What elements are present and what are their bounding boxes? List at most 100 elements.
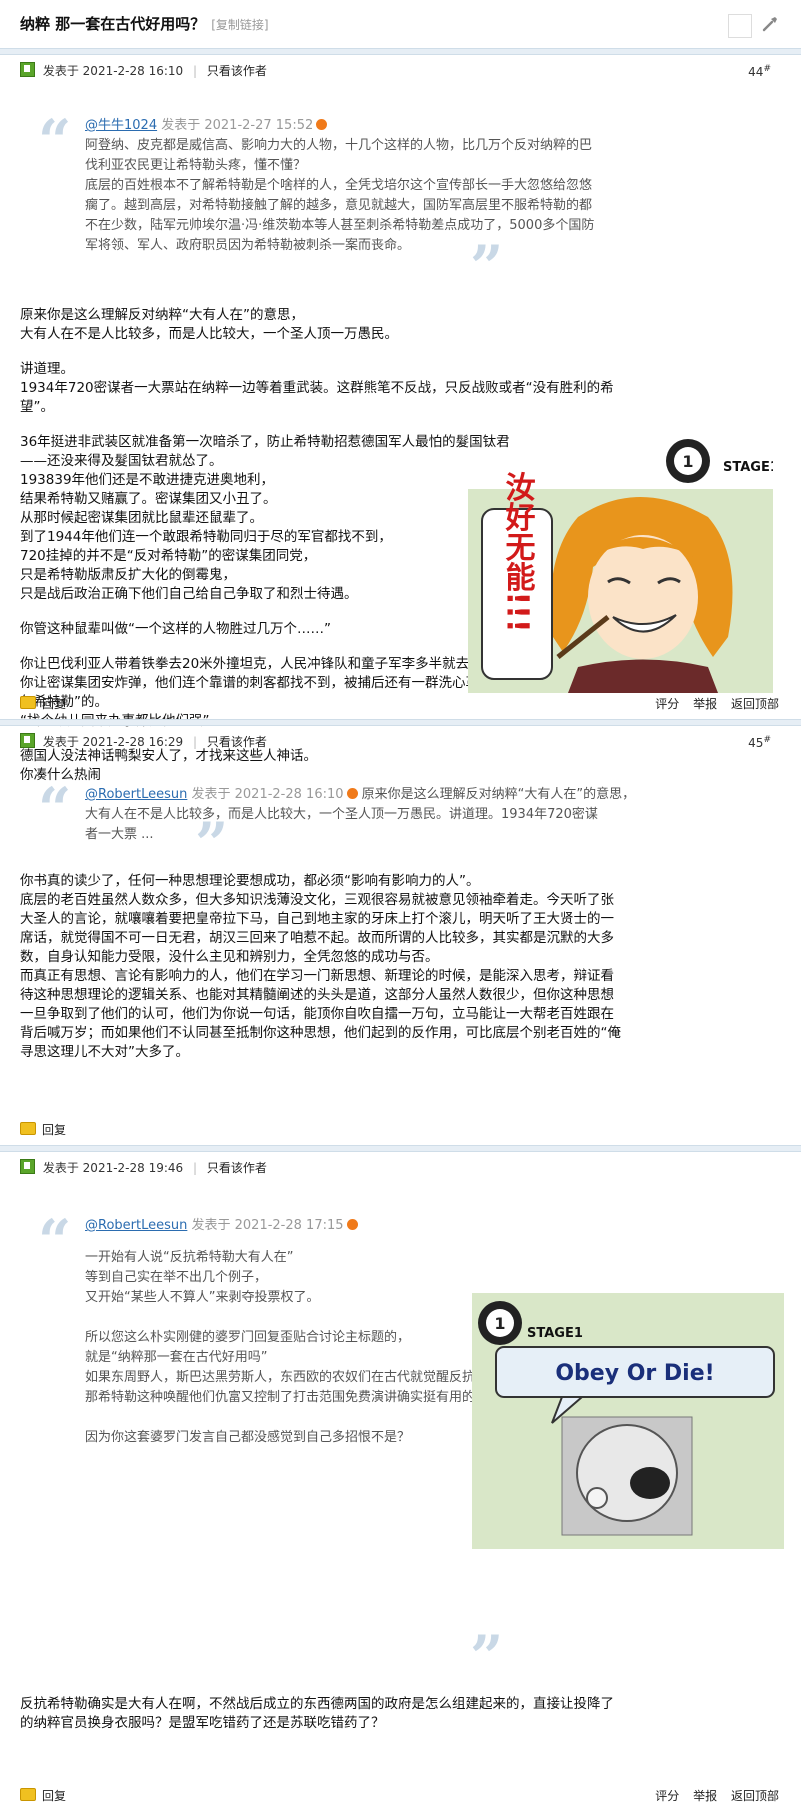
user-icon [20, 733, 35, 748]
quote-author-link[interactable]: @RobertLeesun [85, 787, 187, 802]
stage-label: STAGE1 [723, 460, 773, 475]
meme-caption: Obey Or Die! [555, 1361, 714, 1386]
quote-open-icon: “ [38, 107, 72, 175]
quote-line: 阿登纳、皮克都是威信高、影响力大的人物，十几个这样的人物，比几万个反对纳粹的巴 [85, 138, 593, 153]
body-line: 背后喊万岁；而如果他们不认同甚至抵制你这种思想，他们起到的反作用，可比底层个别老… [20, 1025, 621, 1041]
post-time: 2021-2-28 19:46 [82, 1161, 184, 1175]
user-icon [20, 62, 35, 77]
report-button[interactable]: 举报 [693, 697, 717, 711]
reply-button[interactable]: 回复 [42, 697, 66, 711]
thread-title: 纳粹 那一套在古代好用吗？ [复制链接] [20, 13, 269, 34]
body-line: 席话，就觉得国不可一日无君，胡汉三回来了咱惹不起。故而所谓的人比较多，其实都是沉… [20, 930, 614, 946]
back-to-top-button[interactable]: 返回顶部 [731, 1789, 779, 1803]
body-line: 的纳粹官员换身衣服吗？是盟军吃错药了还是苏联吃错药了？ [20, 1715, 385, 1731]
body-line: 寻思这理儿不大对”大多了。 [20, 1044, 189, 1060]
back-to-top-button[interactable]: 返回顶部 [731, 697, 779, 711]
only-author-link[interactable]: 只看该作者 [207, 64, 267, 78]
floor-mark: # [763, 64, 771, 74]
floor-number-text: 45 [748, 736, 764, 750]
body-line: 底层的老百姓虽然人数众多，但大多知识浅薄没文化，三观很容易就被意见领袖牵着走。今… [20, 892, 614, 908]
quote-line: 一开始有人说“反抗希特勒大有人在” [85, 1250, 294, 1265]
quote-close-icon: ” [470, 1623, 504, 1691]
rate-button[interactable]: 评分 [655, 1789, 679, 1803]
body-line: 待这种思想理论的逻辑关系、也能对其精髓阐述的头头是道，这部分人虽然人数很少，但你… [20, 987, 614, 1003]
reply-icon[interactable] [20, 1788, 36, 1801]
body-line: 大圣人的言论，就嚷嚷着要把皇帝拉下马，自己到地主家的牙床上打个滚儿，明天听了王大… [20, 911, 614, 927]
jump-icon[interactable] [346, 1219, 358, 1230]
quote-open-icon: “ [38, 1207, 72, 1275]
quote-line: 军将领、军人、政府职员因为希特勒被刺杀一案而丧命。 [85, 238, 411, 253]
thread-title-bar: 纳粹 那一套在古代好用吗？ [复制链接] [0, 0, 801, 49]
quote-author-link[interactable]: @牛牛1024 [85, 118, 157, 133]
post-actions: 评分 举报 返回顶部 [645, 1787, 779, 1804]
user-icon [20, 1159, 35, 1174]
body-line: 数，自身认知能力受限，没什么主见和辨别力，全凭忽悠的成功与否。 [20, 949, 439, 965]
quote-open-icon: “ [38, 775, 72, 843]
post-header: 发表于 2021-2-28 19:46 | 只看该作者 [20, 1159, 267, 1177]
body-line: 反抗希特勒确实是大有人在啊，不然战后成立的东西德两国的政府是怎么组建起来的，直接… [20, 1696, 614, 1712]
rate-button[interactable]: 评分 [655, 697, 679, 711]
post-separator [0, 719, 801, 726]
quote-line: 原来你是这么理解反对纳粹“大有人在”的意思， [361, 787, 636, 802]
post-header: 发表于 2021-2-28 16:29 | 只看该作者 [20, 733, 267, 751]
post-body: 反抗希特勒确实是大有人在啊，不然战后成立的东西德两国的政府是怎么组建起来的，直接… [20, 1695, 660, 1733]
select-checkbox[interactable] [728, 14, 752, 38]
meme-caption: 汝好无能!!! [500, 471, 537, 632]
stage-badge-number: 1 [494, 1314, 505, 1333]
meme-graphic: 1 STAGE1 汝好无能!!! [468, 439, 779, 693]
copy-link-button[interactable]: [复制链接] [211, 18, 268, 32]
floor-number[interactable]: 44# [748, 64, 771, 79]
wrench-icon[interactable] [760, 14, 780, 34]
quote-time: 发表于 2021-2-28 17:15 [191, 1218, 344, 1233]
body-line: 而真正有思想、言论有影响力的人，他们在学习一门新思想、新理论的时候，是能深入思考… [20, 968, 614, 984]
post-footer: 回复 [20, 1787, 66, 1805]
post-separator [0, 1145, 801, 1152]
post-time: 2021-2-28 16:29 [82, 735, 184, 749]
reply-button[interactable]: 回复 [42, 1123, 66, 1137]
posted-prefix: 发表于 [42, 64, 79, 78]
quote-line: 大有人在不是人比较多，而是人比较大，一个圣人顶一万愚民。讲道理。1934年720… [85, 807, 598, 822]
quote-line: 不在少数，陆军元帅埃尔温·冯·维茨勒本等人甚至刺杀希特勒差点成功了，5000多个… [85, 218, 595, 233]
post-footer: 回复 [20, 1121, 66, 1139]
quote-time: 发表于 2021-2-27 15:52 [161, 118, 314, 133]
reply-icon[interactable] [20, 1122, 36, 1135]
only-author-link[interactable]: 只看该作者 [207, 1161, 267, 1175]
body-line: 1934年720密谋者一大票站在纳粹一边等着重武装。这群熊笔不反战，只反战败或者… [20, 380, 614, 396]
floor-number[interactable]: 45# [748, 735, 771, 750]
quote-line: 底层的百姓根本不了解希特勒是个啥样的人，全凭戈培尔这个宣传部长一手大忽悠给忽悠 [85, 178, 593, 193]
post-header: 发表于 2021-2-28 16:10 | 只看该作者 [20, 62, 267, 80]
thread-title-text: 纳粹 那一套在古代好用吗？ [20, 15, 206, 33]
posted-prefix: 发表于 [42, 1161, 79, 1175]
body-line: 望”。 [20, 399, 54, 415]
meme-graphic: 1 STAGE1 Obey Or Die! [472, 1293, 784, 1549]
body-line: 讲道理。 [20, 361, 74, 377]
quote-line: 者一大票 ... [85, 827, 154, 842]
body-line: 大有人在不是人比较多，而是人比较大，一个圣人顶一万愚民。 [20, 326, 398, 342]
post-body: 你书真的读少了，任何一种思想理论要想成功，都必须“影响有影响力的人”。 底层的老… [20, 872, 640, 1062]
jump-icon[interactable] [316, 119, 328, 130]
report-button[interactable]: 举报 [693, 1789, 717, 1803]
quote-line: 伐利亚农民更让希特勒头疼，懂不懂？ [85, 158, 307, 173]
only-author-link[interactable]: 只看该作者 [207, 735, 267, 749]
quote-close-icon: ” [195, 810, 229, 878]
floor-number-text: 44 [748, 65, 764, 79]
jump-icon[interactable] [346, 788, 358, 799]
meme-image-2: 1 STAGE1 Obey Or Die! [472, 1293, 784, 1549]
body-line: 一旦争取到了他们的认可，他们为你说一句话，能顶你自吹自擂一万句，立马能让一大帮老… [20, 1006, 614, 1022]
posted-prefix: 发表于 [42, 735, 79, 749]
reply-button[interactable]: 回复 [42, 1789, 66, 1803]
thread-page: 纳粹 那一套在古代好用吗？ [复制链接] 发表于 2021-2-28 16:10 … [0, 0, 801, 1815]
body-line: 你书真的读少了，任何一种思想理论要想成功，都必须“影响有影响力的人”。 [20, 873, 480, 889]
quote-author-link[interactable]: @RobertLeesun [85, 1218, 187, 1233]
body-line: 原来你是这么理解反对纳粹“大有人在”的意思， [20, 307, 304, 323]
quote-time: 发表于 2021-2-28 16:10 [191, 787, 344, 802]
post-footer: 回复 [20, 695, 66, 713]
reply-icon[interactable] [20, 696, 36, 709]
post-time: 2021-2-28 16:10 [82, 64, 184, 78]
quote-line: 瘸了。越到高层，对希特勒接触了解的越多，意见就越大，国防军高层里不服希特勒的都 [85, 198, 593, 213]
quote-line: 等到自己实在举不出几个例子， [85, 1270, 268, 1285]
body-line: 尔希特勒”的。 [20, 694, 108, 710]
floor-mark: # [763, 735, 771, 745]
stage-label: STAGE1 [527, 1326, 583, 1341]
stage-badge-number: 1 [682, 452, 693, 471]
